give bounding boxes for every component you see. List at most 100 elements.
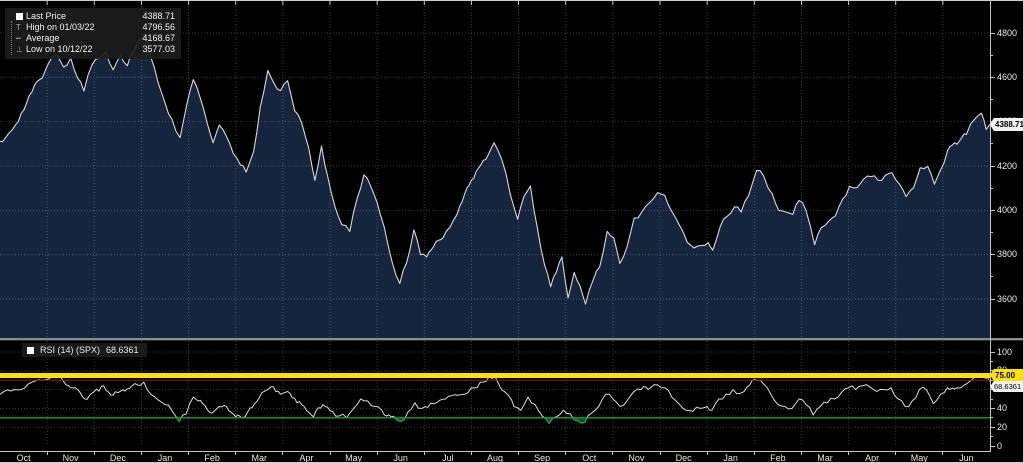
month-tick (94, 451, 95, 455)
price-axis-minor-tick (990, 143, 993, 144)
month-label: May (337, 453, 371, 463)
rsi-legend[interactable]: RSI (14) (SPX) 68.6361 (22, 343, 147, 357)
rsi-75-level-badge: 75.00 (990, 369, 1024, 381)
month-label: Jul (431, 453, 465, 463)
rsi-axis-minor-tick (990, 399, 993, 400)
rsi-axis-tick (990, 352, 995, 353)
price-axis-minor-tick (990, 276, 993, 277)
month-label: Apr (855, 453, 889, 463)
month-tick (660, 451, 661, 455)
high-label: High on 01/03/22 (26, 22, 130, 33)
month-label: Jun (384, 453, 418, 463)
month-label: May (902, 453, 936, 463)
rsi-axis-tick (990, 446, 995, 447)
month-tick (707, 451, 708, 455)
month-label: Dec (101, 453, 135, 463)
rsi-axis-minor-tick (990, 361, 993, 362)
month-tick (188, 451, 189, 455)
oversold-fill (0, 375, 990, 424)
month-tick (282, 451, 283, 455)
price-axis-label: 3600 (997, 295, 1017, 304)
price-axis-tick (990, 210, 995, 211)
month-label: Mar (242, 453, 276, 463)
month-label: Feb (761, 453, 795, 463)
rsi-axis-minor-tick (990, 380, 993, 381)
average-label: Average (26, 33, 130, 44)
month-tick (895, 451, 896, 455)
month-tick (848, 451, 849, 455)
rsi-value-badge-text: 68.6361 (994, 382, 1021, 391)
high-value: 4796.56 (130, 22, 175, 33)
price-axis-label: 4200 (997, 162, 1017, 171)
month-label: Jun (949, 453, 983, 463)
month-label: Nov (619, 453, 653, 463)
month-label: Aug (478, 453, 512, 463)
low-value: 3577.03 (130, 44, 175, 55)
price-axis-label: 4800 (997, 29, 1017, 38)
month-tick (754, 451, 755, 455)
price-axis-tick (990, 33, 995, 34)
month-label: Oct (572, 453, 606, 463)
bloomberg-chart-window: 3600380040004200440046004800020406080100… (0, 0, 1024, 463)
month-label: Feb (195, 453, 229, 463)
month-label: Sep (525, 453, 559, 463)
price-axis-tick (990, 166, 995, 167)
month-tick (801, 451, 802, 455)
month-tick (377, 451, 378, 455)
rsi-axis-label: 20 (997, 423, 1007, 432)
price-axis-tick (990, 254, 995, 255)
rsi-swatch-icon (27, 347, 34, 354)
rsi-chart-plot[interactable] (0, 341, 990, 451)
right-axis-line (990, 1, 991, 452)
month-tick (471, 451, 472, 455)
month-tick (942, 451, 943, 455)
month-tick (47, 451, 48, 455)
month-label: Jan (148, 453, 182, 463)
price-axis-minor-tick (990, 99, 993, 100)
rsi-axis-label: 40 (997, 404, 1007, 413)
price-area-fill (0, 34, 990, 339)
month-tick (565, 451, 566, 455)
last-price-axis-badge: 4388.71 (990, 118, 1024, 131)
last-price-label: Last Price (26, 11, 130, 22)
month-label: Apr (289, 453, 323, 463)
price-axis-minor-tick (990, 188, 993, 189)
rsi-axis-label: 0 (997, 442, 1002, 451)
rsi-axis-label: 100 (997, 348, 1012, 357)
legend-row-high[interactable]: T High on 01/03/22 4796.56 (9, 22, 175, 33)
month-label: Mar (808, 453, 842, 463)
month-tick (424, 451, 425, 455)
overbought-75-band (0, 373, 990, 378)
month-tick (330, 451, 331, 455)
month-tick (612, 451, 613, 455)
last-price-badge-text: 4388.71 (995, 120, 1024, 129)
rsi-line (0, 375, 990, 424)
legend-tree-connector (11, 21, 12, 55)
price-axis-tick (990, 299, 995, 300)
month-label: Nov (54, 453, 88, 463)
last-price-value: 4388.71 (130, 11, 175, 22)
price-axis-minor-tick (990, 232, 993, 233)
rsi-axis-minor-tick (990, 436, 993, 437)
month-tick (141, 451, 142, 455)
rsi-value-axis-badge: 68.6361 (990, 381, 1024, 392)
rsi-line-oversold (0, 375, 990, 424)
last-price-swatch-icon (16, 13, 23, 20)
price-axis-tick (990, 77, 995, 78)
month-label: Jan (714, 453, 748, 463)
legend-row-low[interactable]: ⊥ Low on 10/12/22 3577.03 (9, 44, 175, 55)
rsi-axis-minor-tick (990, 417, 993, 418)
rsi-axis-tick (990, 408, 995, 409)
legend-row-average[interactable]: ╍ Average 4168.67 (9, 33, 175, 44)
low-label: Low on 10/12/22 (26, 44, 130, 55)
price-axis-label: 3800 (997, 250, 1017, 259)
price-axis-minor-tick (990, 55, 993, 56)
price-legend[interactable]: Last Price 4388.71 T High on 01/03/22 47… (5, 8, 181, 59)
month-label: Dec (667, 453, 701, 463)
price-axis-label: 4600 (997, 73, 1017, 82)
legend-row-last-price[interactable]: Last Price 4388.71 (9, 11, 175, 22)
average-value: 4168.67 (130, 33, 175, 44)
rsi-legend-label: RSI (14) (SPX) (40, 345, 100, 355)
month-tick (235, 451, 236, 455)
month-tick (518, 451, 519, 455)
